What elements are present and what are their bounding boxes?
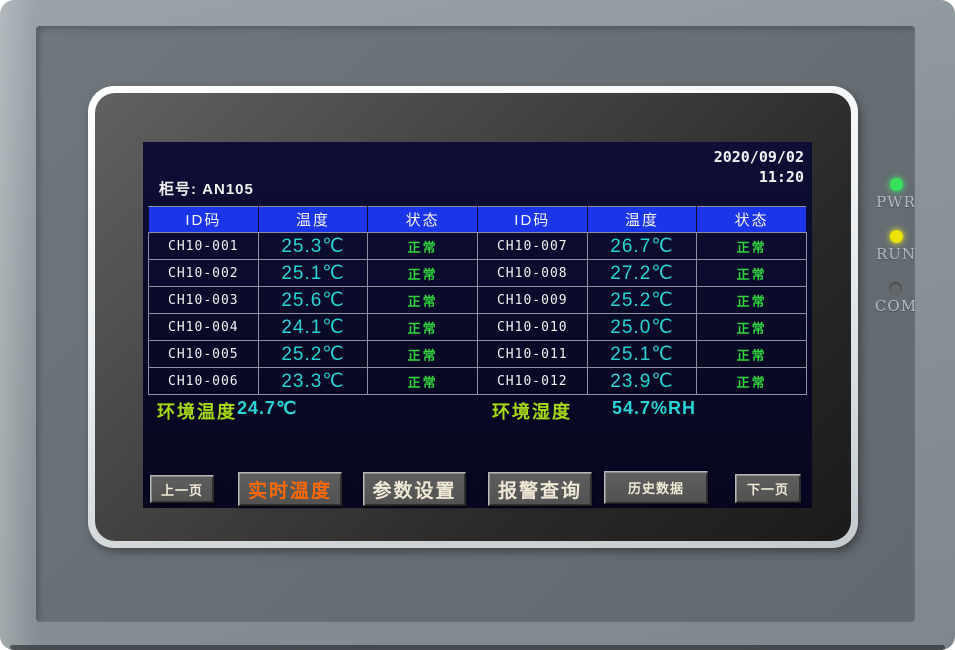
alarm-query-button[interactable]: 报警查询 <box>488 472 592 506</box>
channel-status: 正常 <box>368 368 478 395</box>
channel-temp: 25.3℃ <box>258 233 368 260</box>
channel-id: CH10-001 <box>149 233 259 260</box>
realtime-temperature-button[interactable]: 实时温度 <box>238 472 342 506</box>
channel-id: CH10-008 <box>477 260 587 287</box>
channel-status: 正常 <box>368 260 478 287</box>
channel-id: CH10-006 <box>149 368 259 395</box>
channel-id: CH10-009 <box>477 287 587 314</box>
status-led-column: PWR RUN COM <box>868 178 924 334</box>
channel-status: 正常 <box>697 287 807 314</box>
header-temp-right: 温度 <box>587 207 697 233</box>
table-header-row: ID码 温度 状态 ID码 温度 状态 <box>149 207 807 233</box>
header-temp-left: 温度 <box>258 207 368 233</box>
channel-temp: 23.3℃ <box>258 368 368 395</box>
table-row: CH10-002 25.1℃ 正常 CH10-008 27.2℃ 正常 <box>149 260 807 287</box>
channel-temp: 25.0℃ <box>587 314 697 341</box>
channel-temp: 25.1℃ <box>587 341 697 368</box>
channel-status: 正常 <box>368 287 478 314</box>
channel-id: CH10-010 <box>477 314 587 341</box>
power-indicator: PWR <box>876 178 916 211</box>
hmi-device-frame: 2020/09/02 11:20 柜号: AN105 ID码 温度 状态 ID码… <box>0 0 955 650</box>
channel-temp: 23.9℃ <box>587 368 697 395</box>
channel-status: 正常 <box>697 233 807 260</box>
header-status-right: 状态 <box>697 207 807 233</box>
table-row: CH10-003 25.6℃ 正常 CH10-009 25.2℃ 正常 <box>149 287 807 314</box>
prev-page-button[interactable]: 上一页 <box>150 475 214 503</box>
parameter-settings-button[interactable]: 参数设置 <box>363 472 466 506</box>
channel-temp: 24.1℃ <box>258 314 368 341</box>
ambient-temperature-label: 环境温度 <box>157 398 237 424</box>
com-led-label: COM <box>875 297 917 315</box>
channel-status: 正常 <box>368 233 478 260</box>
com-led-icon <box>889 282 902 295</box>
datetime-display: 2020/09/02 11:20 <box>714 147 804 187</box>
channel-id: CH10-003 <box>149 287 259 314</box>
channel-temp: 25.6℃ <box>258 287 368 314</box>
channel-id: CH10-005 <box>149 341 259 368</box>
channel-id: CH10-002 <box>149 260 259 287</box>
sensor-table: ID码 温度 状态 ID码 温度 状态 CH10-001 25.3℃ 正常 CH… <box>148 206 807 395</box>
lcd-display: 2020/09/02 11:20 柜号: AN105 ID码 温度 状态 ID码… <box>143 142 812 508</box>
table-row: CH10-005 25.2℃ 正常 CH10-011 25.1℃ 正常 <box>149 341 807 368</box>
channel-temp: 26.7℃ <box>587 233 697 260</box>
header-status-left: 状态 <box>368 207 478 233</box>
channel-id: CH10-012 <box>477 368 587 395</box>
ambient-temperature-value: 24.7℃ <box>237 398 297 419</box>
cabinet-label: 柜号: AN105 <box>159 178 254 199</box>
channel-status: 正常 <box>697 368 807 395</box>
screen-module: 2020/09/02 11:20 柜号: AN105 ID码 温度 状态 ID码… <box>88 86 858 548</box>
next-page-button[interactable]: 下一页 <box>735 474 801 503</box>
ambient-readings: 环境温度 24.7℃ 环境湿度 54.7%RH <box>143 398 812 424</box>
screen-bezel: 2020/09/02 11:20 柜号: AN105 ID码 温度 状态 ID码… <box>95 93 851 541</box>
run-led-label: RUN <box>876 245 916 263</box>
channel-status: 正常 <box>368 314 478 341</box>
table-row: CH10-001 25.3℃ 正常 CH10-007 26.7℃ 正常 <box>149 233 807 260</box>
table-row: CH10-004 24.1℃ 正常 CH10-010 25.0℃ 正常 <box>149 314 807 341</box>
channel-temp: 25.2℃ <box>587 287 697 314</box>
power-led-label: PWR <box>876 193 916 211</box>
date-text: 2020/09/02 <box>714 147 804 167</box>
channel-status: 正常 <box>697 314 807 341</box>
ambient-humidity-value: 54.7%RH <box>612 398 696 419</box>
ambient-humidity-label: 环境湿度 <box>492 398 572 424</box>
channel-id: CH10-011 <box>477 341 587 368</box>
run-indicator: RUN <box>876 230 916 263</box>
history-data-button[interactable]: 历史数据 <box>604 471 708 504</box>
channel-temp: 25.2℃ <box>258 341 368 368</box>
channel-temp: 27.2℃ <box>587 260 697 287</box>
header-id-left: ID码 <box>149 207 259 233</box>
channel-status: 正常 <box>368 341 478 368</box>
front-panel: 2020/09/02 11:20 柜号: AN105 ID码 温度 状态 ID码… <box>36 26 915 622</box>
power-led-icon <box>890 178 903 191</box>
time-text: 11:20 <box>714 167 804 187</box>
table-row: CH10-006 23.3℃ 正常 CH10-012 23.9℃ 正常 <box>149 368 807 395</box>
channel-temp: 25.1℃ <box>258 260 368 287</box>
channel-id: CH10-007 <box>477 233 587 260</box>
run-led-icon <box>890 230 903 243</box>
channel-status: 正常 <box>697 260 807 287</box>
com-indicator: COM <box>875 282 917 315</box>
header-id-right: ID码 <box>477 207 587 233</box>
channel-id: CH10-004 <box>149 314 259 341</box>
channel-status: 正常 <box>697 341 807 368</box>
